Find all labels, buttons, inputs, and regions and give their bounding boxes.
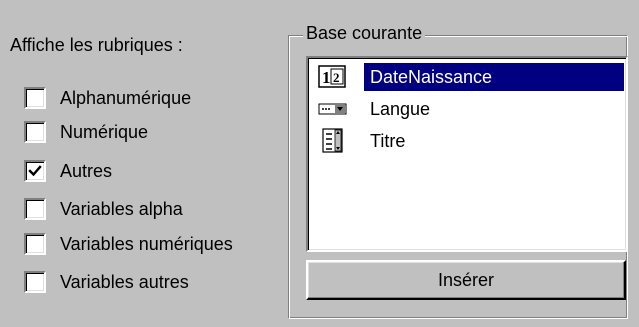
list-item-titre[interactable]: Titre	[314, 126, 624, 156]
checkbox-label: Variables autres	[60, 272, 189, 292]
text-field-icon	[314, 127, 352, 155]
checkbox-box[interactable]	[24, 160, 46, 182]
svg-text:1: 1	[322, 68, 331, 87]
checkbox-variables-numeriques[interactable]: Variables numériques	[24, 229, 284, 259]
checkbox-box[interactable]	[24, 233, 46, 255]
insert-button[interactable]: Insérer	[306, 260, 626, 300]
checkbox-alphanumerique[interactable]: Alphanumérique	[24, 83, 284, 113]
checkbox-label: Alphanumérique	[60, 88, 192, 108]
checkmark-icon	[28, 165, 42, 177]
checkbox-variables-autres[interactable]: Variables autres	[24, 267, 284, 297]
checkbox-label: Autres	[60, 161, 113, 181]
checkbox-label: Variables alpha	[60, 199, 183, 219]
checkbox-variables-alpha[interactable]: Variables alpha	[24, 194, 284, 224]
list-item-label: Langue	[370, 99, 431, 119]
fields-heading: Affiche les rubriques :	[10, 35, 183, 55]
groupbox-title: Base courante	[303, 22, 426, 44]
list-item-datenaissance[interactable]: 1 2 DateNaissance	[314, 62, 624, 92]
numeric-field-icon: 1 2	[314, 63, 352, 91]
checkbox-label: Variables numériques	[60, 234, 233, 254]
fields-listbox[interactable]: 1 2 DateNaissance Langue Titre	[306, 56, 628, 252]
svg-text:2: 2	[333, 70, 340, 85]
checkbox-box[interactable]	[24, 271, 46, 293]
checkbox-box[interactable]	[24, 121, 46, 143]
list-item-label: Titre	[370, 131, 406, 151]
checkbox-box[interactable]	[24, 198, 46, 220]
checkbox-numerique[interactable]: Numérique	[24, 117, 284, 147]
dropdown-field-icon	[314, 95, 352, 123]
checkbox-autres[interactable]: Autres	[24, 156, 284, 186]
checkbox-label: Numérique	[60, 122, 149, 142]
checkbox-box[interactable]	[24, 87, 46, 109]
list-item-langue[interactable]: Langue	[314, 94, 624, 124]
list-item-label: DateNaissance	[364, 63, 624, 91]
